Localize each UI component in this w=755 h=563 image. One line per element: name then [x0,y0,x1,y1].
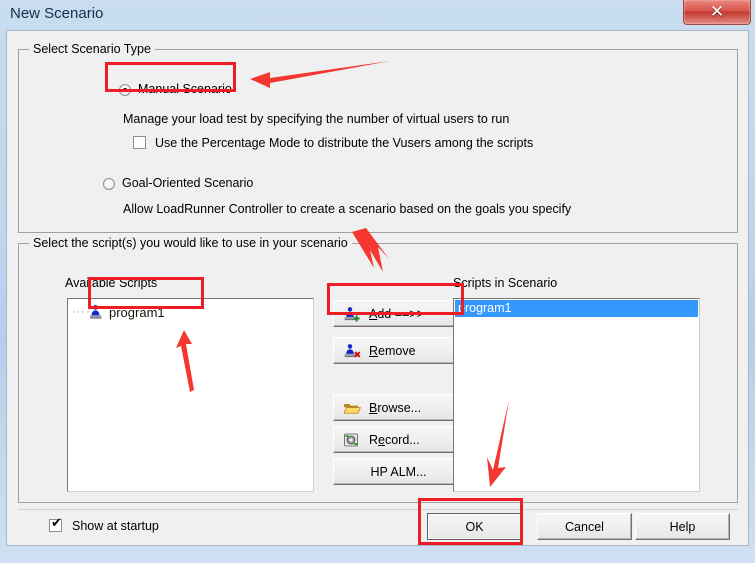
add-script-icon [343,306,361,322]
manual-scenario-label: Manual Scenario [138,82,232,96]
record-icon [343,432,361,448]
scripts-group: Select the script(s) you would like to u… [18,236,738,503]
cancel-button[interactable]: Cancel [537,513,632,540]
help-button-label: Help [669,519,696,534]
manual-scenario-radio-indicator[interactable] [119,84,131,96]
percentage-mode-checkbox[interactable] [133,136,146,149]
folder-open-icon [343,400,361,416]
ok-button-label: OK [465,519,484,534]
footer-separator [18,509,738,510]
help-button[interactable]: Help [635,513,730,540]
goal-oriented-description: Allow LoadRunner Controller to create a … [123,202,572,216]
close-icon: ✕ [709,2,725,21]
title-bar[interactable]: New Scenario ✕ [0,0,755,30]
manual-scenario-description: Manage your load test by specifying the … [123,112,510,126]
available-scripts-listbox[interactable]: ···· program1 [67,298,314,492]
available-scripts-label: Available Scripts [65,276,158,290]
add-button[interactable]: Add ==>> [333,300,464,327]
browse-button[interactable]: Browse... [333,394,464,421]
cancel-button-label: Cancel [565,519,604,534]
ok-button[interactable]: OK [427,513,522,540]
list-item[interactable]: program1 [455,300,698,317]
tree-connector-icon: ···· [72,306,91,318]
record-button-label: Record... [369,432,420,447]
dialog-window: New Scenario ✕ Select Scenario Type Manu… [0,0,755,563]
remove-button[interactable]: Remove [333,337,464,364]
checkmark-icon: ✔ [51,516,62,531]
list-item[interactable]: ···· program1 [72,303,165,321]
dialog-client-area: Select Scenario Type Manual Scenario Man… [6,30,749,546]
scripts-in-scenario-listbox[interactable]: program1 [453,298,700,492]
goal-oriented-label: Goal-Oriented Scenario [122,176,254,190]
scripts-in-scenario-label: Scripts in Scenario [453,276,558,290]
window-title: New Scenario [10,5,104,22]
vuser-script-icon [88,304,104,320]
scripts-group-label: Select the script(s) you would like to u… [29,236,352,250]
record-button[interactable]: Record... [333,426,464,453]
remove-button-label: Remove [369,343,416,358]
show-at-startup-checkbox[interactable]: ✔ [49,516,62,532]
hp-alm-button-label: HP ALM... [370,464,427,479]
add-button-label: Add ==>> [369,306,424,321]
scenario-type-group: Select Scenario Type Manual Scenario Man… [18,42,738,233]
hp-alm-button[interactable]: HP ALM... [333,458,464,485]
scenario-type-group-label: Select Scenario Type [29,42,155,56]
goal-oriented-radio-indicator[interactable] [103,178,115,190]
show-at-startup-label: Show at startup [72,519,159,533]
list-item-label: program1 [109,304,165,320]
remove-script-icon [343,343,361,359]
close-button[interactable]: ✕ [683,0,751,25]
percentage-mode-label: Use the Percentage Mode to distribute th… [155,136,534,150]
browse-button-label: Browse... [369,400,422,415]
